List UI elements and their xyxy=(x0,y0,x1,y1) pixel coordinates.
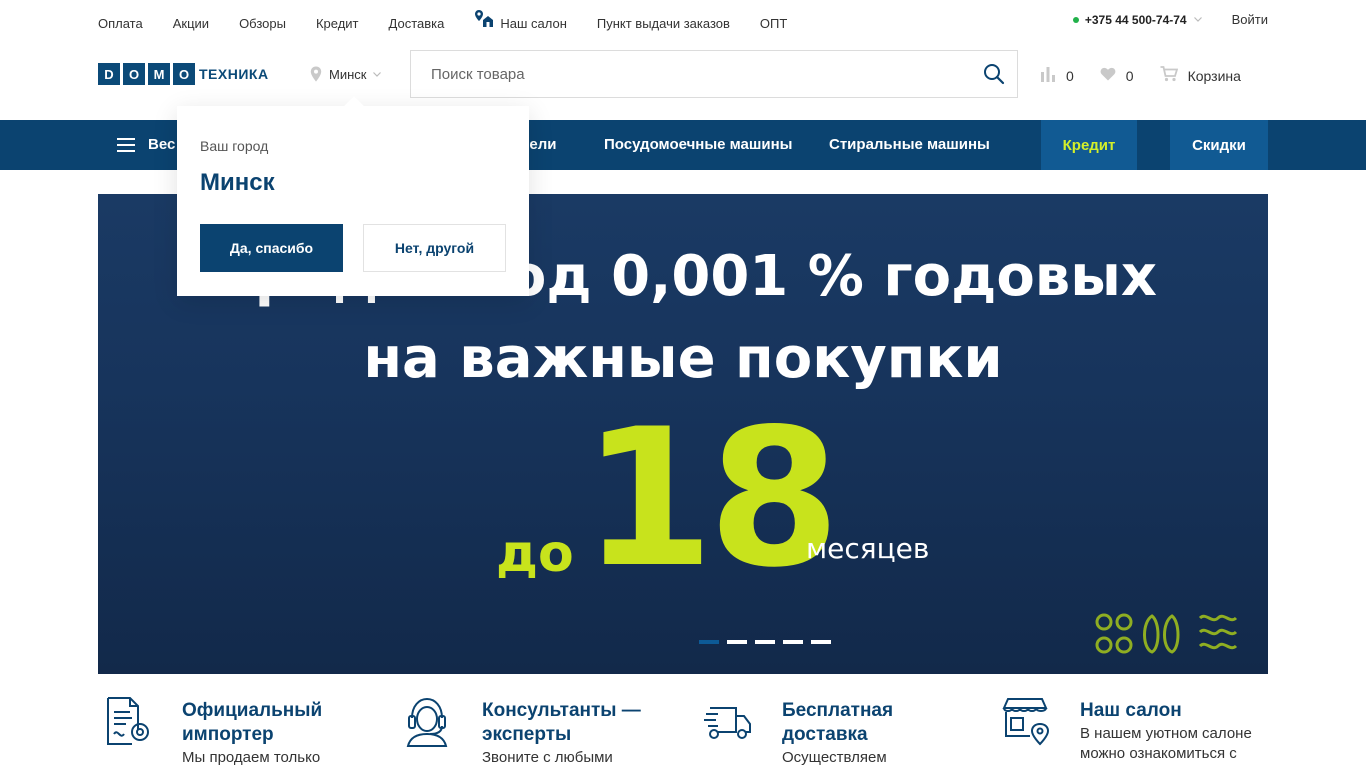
top-link-reviews[interactable]: Обзоры xyxy=(239,12,286,35)
city-popup: Ваш город Минск Да, спасибо Нет, другой xyxy=(177,96,529,296)
truck-icon xyxy=(704,696,752,753)
compare-icon xyxy=(1040,66,1056,85)
top-right: +375 44 500-74-74 Войти xyxy=(1072,12,1268,27)
confirm-city-button[interactable]: Да, спасибо xyxy=(200,224,343,272)
top-link-salon[interactable]: Наш салон xyxy=(474,10,567,35)
logo-letter: O xyxy=(173,63,195,85)
nav-discounts[interactable]: Скидки xyxy=(1170,120,1268,170)
favorites-link[interactable]: 0 xyxy=(1100,67,1134,84)
features: Официальный импортер Мы продаем только К… xyxy=(0,696,1366,768)
search-icon[interactable] xyxy=(983,63,1005,85)
logo-letter: D xyxy=(98,63,120,85)
catalog-button[interactable]: Вес xyxy=(148,136,175,153)
favorites-count: 0 xyxy=(1125,67,1134,84)
city-popup-question: Ваш город xyxy=(200,138,269,154)
city-name: Минск xyxy=(329,66,367,82)
banner-big-number: 18 xyxy=(582,388,840,609)
feature-title: Бесплатная доставка xyxy=(782,700,894,745)
heart-icon xyxy=(1100,67,1116,84)
logo-letter: O xyxy=(123,63,145,85)
slider-dot[interactable] xyxy=(755,640,775,644)
search-input[interactable] xyxy=(411,51,951,97)
banner-suffix: месяцев xyxy=(806,532,930,565)
top-link-promotions[interactable]: Акции xyxy=(173,12,209,35)
menu-icon[interactable] xyxy=(117,138,135,157)
top-link-salon-label: Наш салон xyxy=(500,16,567,31)
slider-dot[interactable] xyxy=(727,640,747,644)
top-links: Оплата Акции Обзоры Кредит Доставка Наш … xyxy=(98,10,817,35)
slider-dots xyxy=(699,640,839,644)
banner-prefix: до xyxy=(496,524,574,584)
compare-count: 0 xyxy=(1066,67,1074,84)
search-box xyxy=(410,50,1018,98)
change-city-button[interactable]: Нет, другой xyxy=(363,224,506,272)
logo-word: ТЕХНИКА xyxy=(199,66,269,82)
cart-label: Корзина xyxy=(1187,67,1241,84)
top-bar: Оплата Акции Обзоры Кредит Доставка Наш … xyxy=(0,0,1366,40)
phone-number[interactable]: +375 44 500-74-74 xyxy=(1085,13,1187,27)
header-actions: 0 0 Корзина xyxy=(1040,66,1241,85)
feature-text: Осуществляем xyxy=(782,749,887,766)
compare-link[interactable]: 0 xyxy=(1040,66,1074,85)
slider-dot[interactable] xyxy=(699,640,719,644)
slider-dot[interactable] xyxy=(783,640,803,644)
top-link-pickup[interactable]: Пункт выдачи заказов xyxy=(597,12,730,35)
cart-link[interactable]: Корзина xyxy=(1160,66,1241,85)
banner-subheadline: на важные покупки xyxy=(363,326,1003,391)
feature-title: Наш салон xyxy=(1080,700,1182,721)
cart-icon xyxy=(1160,66,1178,85)
store-pin-icon xyxy=(474,8,494,31)
store-icon xyxy=(1002,696,1052,753)
pattern-icons xyxy=(1094,612,1244,663)
logo[interactable]: D O M O ТЕХНИКА xyxy=(98,63,269,85)
login-link[interactable]: Войти xyxy=(1232,12,1268,27)
feature-text: Звоните с любыми xyxy=(482,749,613,766)
certificate-icon xyxy=(104,696,152,753)
nav-credit[interactable]: Кредит xyxy=(1041,120,1137,170)
city-selector[interactable]: Минск xyxy=(310,66,382,82)
nav-item-washing-machines[interactable]: Стиральные машины xyxy=(829,136,990,153)
chevron-down-icon xyxy=(373,71,382,77)
top-link-wholesale[interactable]: ОПТ xyxy=(760,12,787,35)
top-link-payment[interactable]: Оплата xyxy=(98,12,143,35)
feature-text: Мы продаем только xyxy=(182,749,321,766)
location-pin-icon xyxy=(310,66,322,82)
feature-title: Консультанты — эксперты xyxy=(482,700,641,745)
top-link-credit[interactable]: Кредит xyxy=(316,12,359,35)
slider-dot[interactable] xyxy=(811,640,831,644)
nav-item-dishwashers[interactable]: Посудомоечные машины xyxy=(604,136,793,153)
feature-text: В нашем уютном салоне можно ознакомиться… xyxy=(1080,725,1252,762)
chevron-down-icon[interactable] xyxy=(1193,17,1202,22)
city-popup-city: Минск xyxy=(200,169,275,196)
top-link-delivery[interactable]: Доставка xyxy=(389,12,445,35)
logo-letter: M xyxy=(148,63,170,85)
online-status-icon xyxy=(1072,16,1079,23)
feature-title: Официальный импортер xyxy=(182,700,323,745)
headset-icon xyxy=(404,696,450,753)
